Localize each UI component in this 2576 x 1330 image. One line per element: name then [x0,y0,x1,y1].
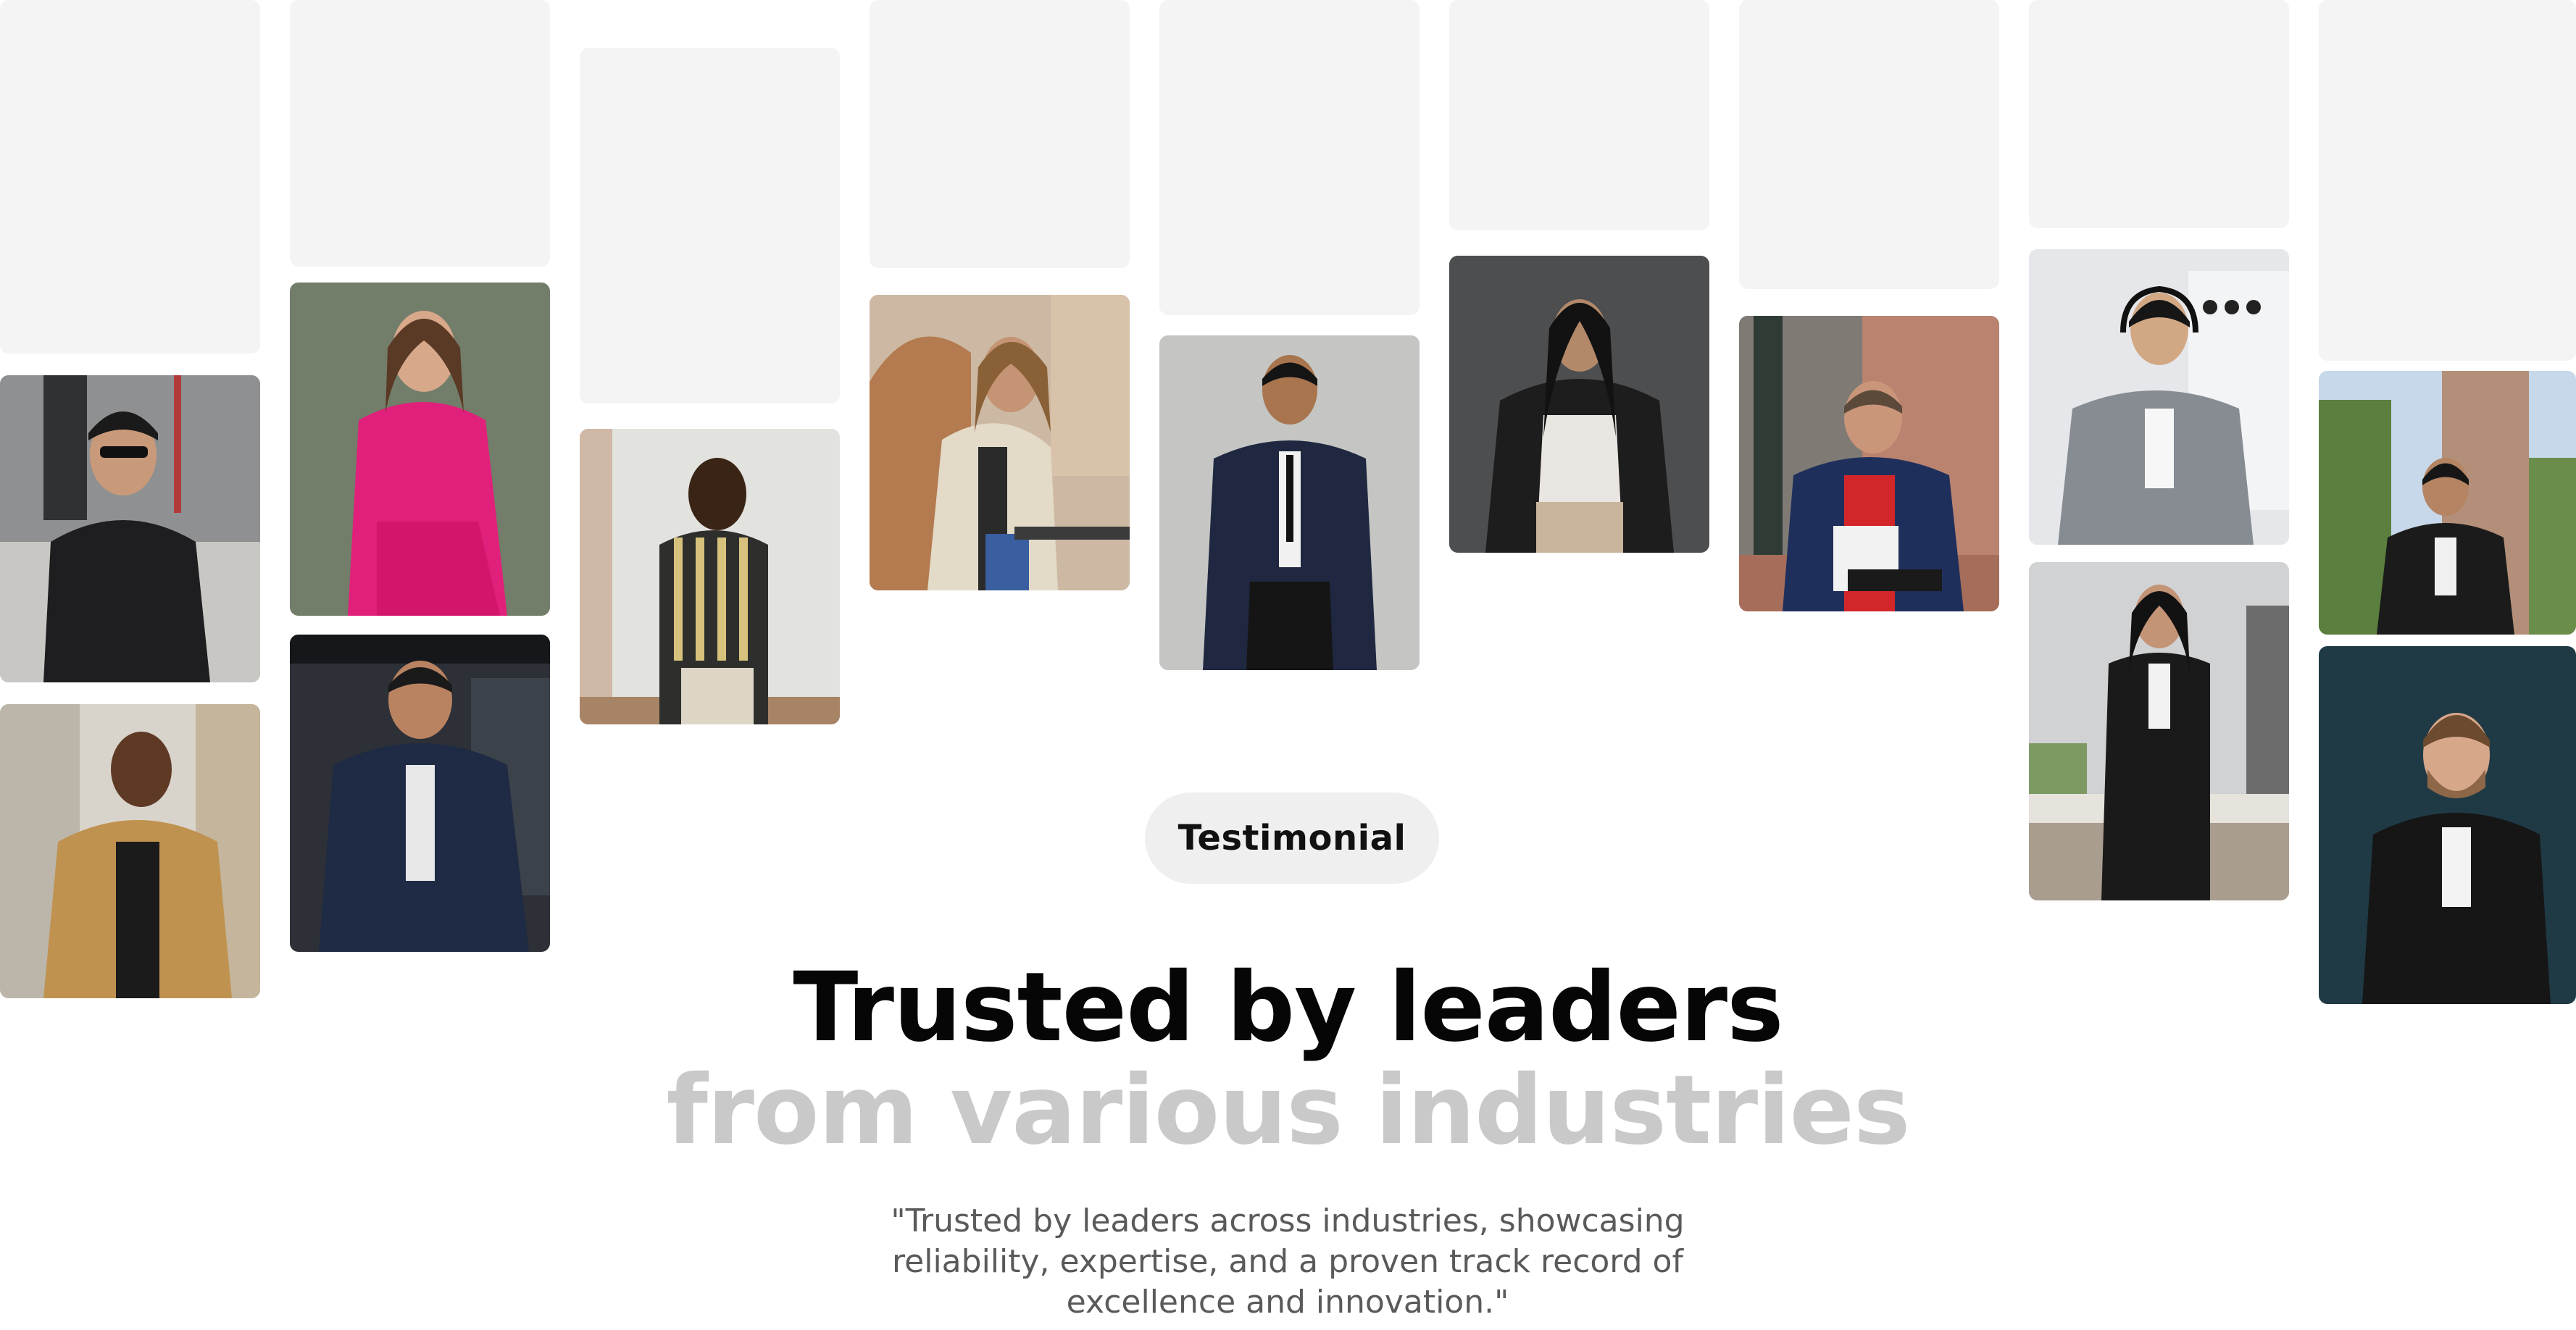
image-placeholder [290,0,550,267]
testimonial-quote: "Trusted by leaders across industries, s… [891,1203,1685,1321]
portrait-photo [2029,562,2289,900]
portrait-photo [290,635,550,952]
heading-primary: Trusted by leaders [793,952,1783,1063]
portrait-photo [2029,249,2289,545]
portrait-photo [870,295,1130,590]
image-placeholder [1739,0,1999,289]
image-placeholder [0,0,260,354]
image-placeholder [2319,0,2576,361]
portrait-photo [580,429,840,724]
portrait-photo [2319,371,2576,635]
image-placeholder [580,48,840,403]
heading-secondary: from various industries [666,1055,1910,1166]
portrait-photo [1739,316,1999,611]
testimonial-badge: Testimonial [1145,792,1439,884]
image-placeholder [870,0,1130,268]
portrait-photo [1159,335,1420,670]
image-placeholder [1159,0,1420,315]
portrait-photo [1449,256,1709,553]
image-placeholder [1449,0,1709,230]
portrait-photo [2319,646,2576,1004]
image-placeholder [2029,0,2289,228]
portrait-photo [0,375,260,682]
portrait-photo [290,283,550,616]
